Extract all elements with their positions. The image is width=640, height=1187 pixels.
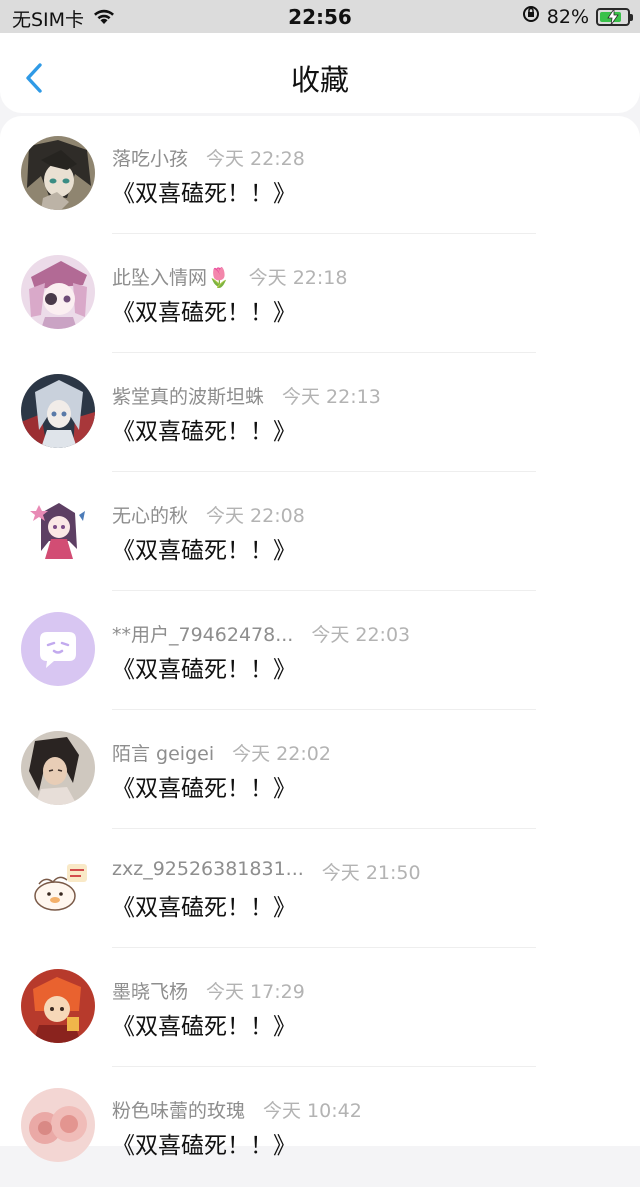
favorite-text: 《双喜磕死！！》 bbox=[112, 657, 296, 683]
list-item[interactable]: 落吃小孩 今天 22:28 《双喜磕死！！》 bbox=[0, 116, 640, 235]
favorite-text: 《双喜磕死！！》 bbox=[112, 300, 296, 326]
user-name[interactable]: 粉色味蕾的玫瑰 bbox=[112, 1096, 245, 1123]
avatar[interactable] bbox=[21, 612, 95, 686]
timestamp: 今天 22:02 bbox=[232, 743, 331, 765]
user-name[interactable]: 无心的秋 bbox=[112, 501, 188, 528]
divider bbox=[112, 471, 536, 472]
battery-percent: 82% bbox=[546, 5, 589, 28]
avatar[interactable] bbox=[21, 136, 95, 210]
divider bbox=[112, 233, 536, 234]
favorite-text: 《双喜磕死！！》 bbox=[112, 1133, 296, 1159]
avatar[interactable] bbox=[21, 374, 95, 448]
avatar[interactable] bbox=[21, 969, 95, 1043]
timestamp: 今天 22:13 bbox=[282, 386, 381, 408]
favorite-text: 《双喜磕死！！》 bbox=[112, 895, 296, 921]
list-item[interactable]: 此坠入情网🌷 今天 22:18 《双喜磕死！！》 bbox=[0, 235, 640, 354]
user-name[interactable]: **用户_79462478... bbox=[112, 620, 293, 647]
page-title: 收藏 bbox=[290, 63, 349, 97]
avatar[interactable] bbox=[21, 493, 95, 567]
favorite-text: 《双喜磕死！！》 bbox=[112, 538, 296, 564]
list-item[interactable]: **用户_79462478... 今天 22:03 《双喜磕死！！》 bbox=[0, 592, 640, 711]
user-name[interactable]: 落吃小孩 bbox=[112, 144, 188, 171]
avatar[interactable] bbox=[21, 731, 95, 805]
battery-icon bbox=[596, 7, 633, 26]
list-item[interactable]: 紫堂真的波斯坦蛛 今天 22:13 《双喜磕死！！》 bbox=[0, 354, 640, 473]
timestamp: 今天 22:28 bbox=[206, 148, 305, 170]
timestamp: 今天 22:18 bbox=[248, 267, 348, 289]
favorite-text: 《双喜磕死！！》 bbox=[112, 419, 296, 445]
orientation-lock-icon bbox=[522, 5, 540, 28]
user-name[interactable]: 陌言 geigei bbox=[112, 739, 214, 766]
timestamp: 今天 22:03 bbox=[311, 624, 411, 646]
list-item[interactable]: 墨晓飞杨 今天 17:29 《双喜磕死！！》 bbox=[0, 949, 640, 1068]
divider bbox=[112, 828, 536, 829]
favorite-text: 《双喜磕死！！》 bbox=[112, 776, 296, 802]
status-bar: 无SIM卡 22:56 82% bbox=[0, 0, 640, 33]
timestamp: 今天 21:50 bbox=[321, 862, 421, 884]
user-name[interactable]: 此坠入情网🌷 bbox=[112, 263, 231, 290]
list-item[interactable]: 无心的秋 今天 22:08 《双喜磕死！！》 bbox=[0, 473, 640, 592]
user-name[interactable]: 墨晓飞杨 bbox=[112, 977, 188, 1004]
divider bbox=[112, 709, 536, 710]
avatar[interactable] bbox=[21, 255, 95, 329]
timestamp: 今天 17:29 bbox=[206, 981, 305, 1003]
divider bbox=[112, 1066, 536, 1067]
avatar[interactable] bbox=[21, 850, 95, 924]
timestamp: 今天 10:42 bbox=[263, 1100, 362, 1122]
timestamp: 今天 22:08 bbox=[206, 505, 305, 527]
avatar[interactable] bbox=[21, 1088, 95, 1162]
divider bbox=[112, 590, 536, 591]
nav-bar: 收藏 bbox=[0, 33, 640, 113]
list-item[interactable]: 陌言 geigei 今天 22:02 《双喜磕死！！》 bbox=[0, 711, 640, 830]
divider bbox=[112, 947, 536, 948]
list-item[interactable]: zxz_92526381831... 今天 21:50 《双喜磕死！！》 bbox=[0, 830, 640, 949]
divider bbox=[112, 352, 536, 353]
user-name[interactable]: zxz_92526381831... bbox=[112, 858, 304, 885]
favorite-text: 《双喜磕死！！》 bbox=[112, 1014, 296, 1040]
favorite-text: 《双喜磕死！！》 bbox=[112, 181, 296, 207]
list-item[interactable]: 粉色味蕾的玫瑰 今天 10:42 《双喜磕死！！》 bbox=[0, 1068, 640, 1187]
user-name[interactable]: 紫堂真的波斯坦蛛 bbox=[112, 382, 264, 409]
favorites-list: 落吃小孩 今天 22:28 《双喜磕死！！》 此坠入情网🌷 今天 22:18 《… bbox=[0, 116, 640, 1162]
